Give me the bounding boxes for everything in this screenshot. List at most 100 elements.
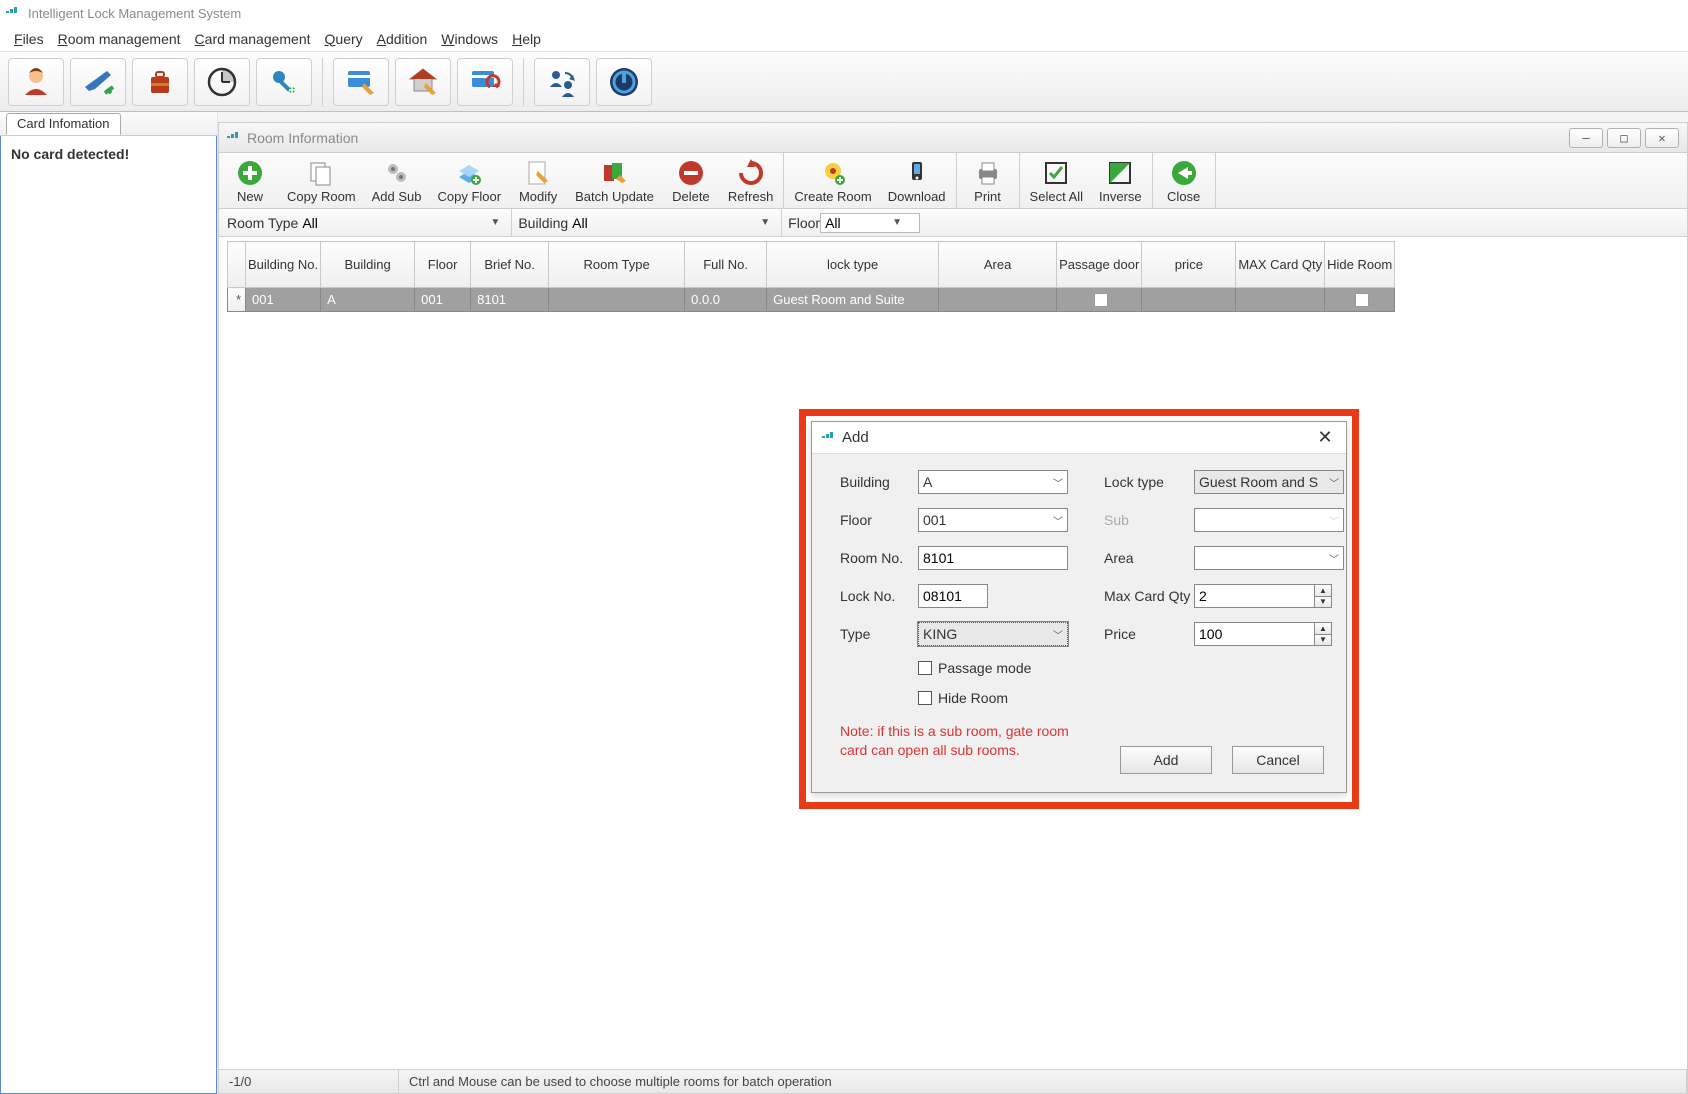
spinner-up-icon[interactable]: ▲ (1315, 623, 1331, 635)
add-sub-button[interactable]: Add Sub (364, 155, 430, 206)
copy-floor-button[interactable]: Copy Floor (430, 155, 510, 206)
toolbar-luggage-icon[interactable] (132, 58, 188, 106)
cell-full-no: 0.0.0 (685, 288, 767, 312)
col-brief-no[interactable]: Brief No. (471, 242, 549, 288)
chevron-down-icon: ﹀ (1053, 475, 1063, 490)
child-close-button[interactable]: ✕ (1645, 128, 1679, 148)
close-button[interactable]: Close (1155, 155, 1213, 206)
child-window-logo-icon (227, 130, 241, 145)
building-select[interactable]: A﹀ (918, 470, 1068, 494)
menu-help[interactable]: Help (512, 31, 541, 47)
create-room-button[interactable]: Create Room (786, 155, 879, 206)
refresh-button[interactable]: Refresh (720, 155, 782, 206)
cell-max-card-qty (1236, 288, 1325, 312)
toolbar-sep-1 (322, 58, 323, 106)
chevron-down-icon: ﹀ (1053, 513, 1063, 528)
print-button[interactable]: Print (959, 155, 1017, 206)
copy-room-button[interactable]: Copy Room (279, 155, 364, 206)
col-price[interactable]: price (1142, 242, 1236, 288)
room-no-input[interactable] (918, 546, 1068, 570)
filter-building-value[interactable] (568, 213, 757, 233)
menu-room-management[interactable]: Room management (58, 31, 181, 47)
mdi-area: Room Information — □ ✕ New Copy Room Add… (218, 112, 1688, 1094)
spinner-up-icon[interactable]: ▲ (1315, 585, 1331, 597)
toolbar-sep-2 (523, 58, 524, 106)
cell-passage-door[interactable] (1057, 288, 1142, 312)
inverse-button[interactable]: Inverse (1091, 155, 1150, 206)
menu-card-management[interactable]: Card management (195, 31, 311, 47)
toolbar-house-edit-icon[interactable] (395, 58, 451, 106)
col-area[interactable]: Area (939, 242, 1057, 288)
label-room-no: Room No. (840, 550, 918, 566)
col-passage-door[interactable]: Passage door (1057, 242, 1142, 288)
sub-select: ﹀ (1194, 508, 1344, 532)
chevron-down-icon[interactable]: ▼ (757, 217, 773, 228)
toolbar-user-icon[interactable] (8, 58, 64, 106)
tab-card-information[interactable]: Card Infomation (6, 113, 121, 135)
download-button[interactable]: Download (880, 155, 954, 206)
toolbar-users-swap-icon[interactable] (534, 58, 590, 106)
filter-floor-label: Floor (788, 215, 820, 231)
select-all-button[interactable]: Select All (1022, 155, 1091, 206)
menu-addition[interactable]: Addition (377, 31, 428, 47)
floor-select[interactable]: 001﹀ (918, 508, 1068, 532)
label-price: Price (1104, 626, 1194, 642)
lock-no-input[interactable] (918, 584, 988, 608)
room-information-window: Room Information — □ ✕ New Copy Room Add… (218, 122, 1688, 1094)
filter-floor-combo[interactable]: ▼ (820, 213, 920, 233)
dialog-close-button[interactable]: ✕ (1314, 427, 1336, 449)
filter-room-type-combo[interactable]: ▼ (298, 213, 503, 233)
chevron-down-icon: ﹀ (1329, 551, 1339, 566)
col-max-card-qty[interactable]: MAX Card Qty (1236, 242, 1325, 288)
lock-type-select[interactable]: Guest Room and S﹀ (1194, 470, 1344, 494)
menu-files[interactable]: Files (14, 31, 44, 47)
cell-hide-room[interactable] (1325, 288, 1395, 312)
delete-button[interactable]: Delete (662, 155, 720, 206)
new-button[interactable]: New (221, 155, 279, 206)
spinner-down-icon[interactable]: ▼ (1315, 597, 1331, 608)
dialog-note: Note: if this is a sub room, gate room c… (812, 716, 1102, 774)
label-floor: Floor (840, 512, 918, 528)
toolbar-flight-icon[interactable] (70, 58, 126, 106)
price-spinner[interactable]: ▲▼ (1194, 622, 1344, 646)
col-lock-type[interactable]: lock type (767, 242, 939, 288)
checkbox-icon (1355, 293, 1369, 307)
filter-building-combo[interactable]: ▼ (568, 213, 773, 233)
chevron-down-icon[interactable]: ▼ (891, 217, 907, 228)
child-window-title: Room Information (247, 130, 358, 146)
dialog-add-button[interactable]: Add (1120, 746, 1212, 774)
col-building-no[interactable]: Building No. (246, 242, 321, 288)
type-select[interactable]: KING﹀ (918, 622, 1068, 646)
col-building[interactable]: Building (321, 242, 415, 288)
child-minimize-button[interactable]: — (1569, 128, 1603, 148)
table-row[interactable]: * 001 A 001 8101 0.0.0 Guest Room and Su… (228, 288, 1395, 312)
col-floor[interactable]: Floor (415, 242, 471, 288)
col-hide-room[interactable]: Hide Room (1325, 242, 1395, 288)
cell-lock-type: Guest Room and Suite (767, 288, 939, 312)
checkbox-icon (918, 661, 932, 675)
status-hint: Ctrl and Mouse can be used to choose mul… (399, 1070, 1687, 1093)
area-select[interactable]: ﹀ (1194, 546, 1344, 570)
menu-query[interactable]: Query (325, 31, 363, 47)
child-maximize-button[interactable]: □ (1607, 128, 1641, 148)
toolbar-card-refresh-icon[interactable] (457, 58, 513, 106)
filter-room-type-value[interactable] (298, 213, 487, 233)
modify-button[interactable]: Modify (509, 155, 567, 206)
passage-mode-checkbox[interactable]: Passage mode (918, 660, 1344, 676)
batch-update-button[interactable]: Batch Update (567, 155, 662, 206)
chevron-down-icon[interactable]: ▼ (487, 217, 503, 228)
hide-room-checkbox[interactable]: Hide Room (918, 690, 1344, 706)
col-room-type[interactable]: Room Type (549, 242, 685, 288)
label-max-card-qty: Max Card Qty (1104, 588, 1194, 604)
menu-windows[interactable]: Windows (441, 31, 498, 47)
toolbar-power-icon[interactable] (596, 58, 652, 106)
filter-floor-value[interactable] (821, 215, 891, 231)
toolbar-clock-icon[interactable] (194, 58, 250, 106)
toolbar-card-edit-icon[interactable] (333, 58, 389, 106)
spinner-down-icon[interactable]: ▼ (1315, 635, 1331, 646)
chevron-down-icon: ﹀ (1329, 475, 1339, 490)
max-card-qty-spinner[interactable]: ▲▼ (1194, 584, 1344, 608)
dialog-cancel-button[interactable]: Cancel (1232, 746, 1324, 774)
toolbar-key-icon[interactable] (256, 58, 312, 106)
col-full-no[interactable]: Full No. (685, 242, 767, 288)
